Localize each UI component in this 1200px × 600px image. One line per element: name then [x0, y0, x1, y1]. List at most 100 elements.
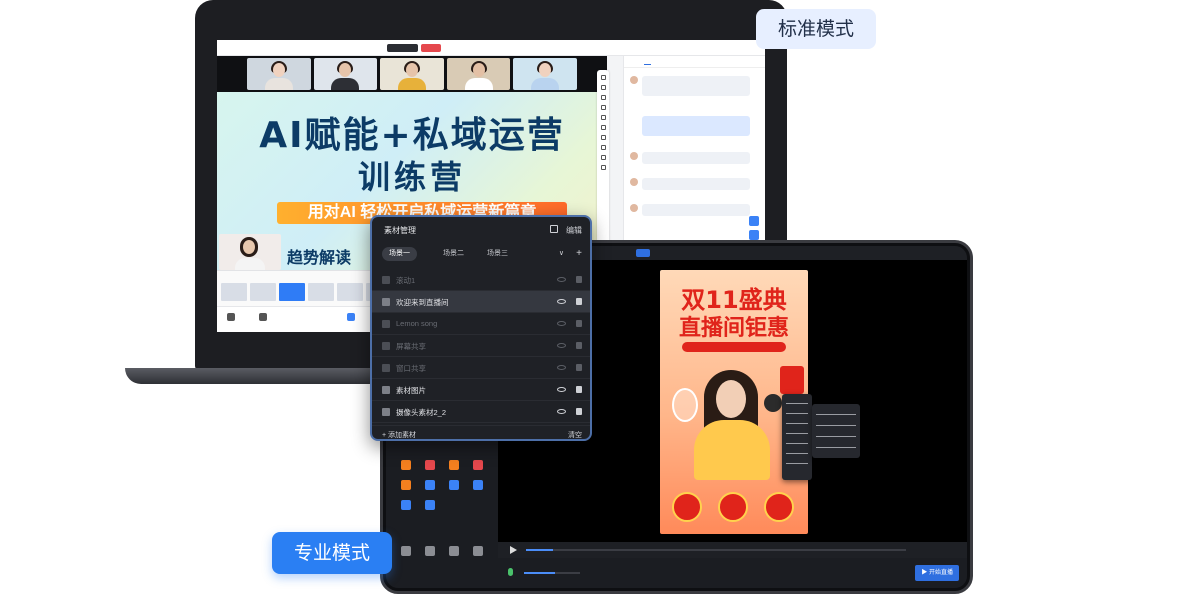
eye-icon[interactable]	[557, 409, 566, 414]
asset-item[interactable]: 摄像头素材2_2	[372, 401, 592, 423]
stop-share-chip[interactable]	[421, 44, 441, 52]
lock-icon[interactable]	[576, 386, 582, 393]
add-scene-button[interactable]: +	[576, 247, 582, 261]
pen-icon[interactable]	[601, 95, 606, 100]
like-icon[interactable]	[749, 230, 759, 240]
layout-tab[interactable]	[656, 250, 664, 256]
edit-icon[interactable]	[550, 225, 558, 233]
participant-camera[interactable]	[380, 58, 444, 90]
go-live-button[interactable]: ▶ 开始直播	[915, 565, 959, 581]
lock-icon[interactable]	[576, 320, 582, 327]
tab-notes[interactable]	[738, 59, 745, 65]
participant-camera[interactable]	[247, 58, 311, 90]
live-tool[interactable]	[442, 546, 466, 558]
asset-item[interactable]: 滚动1	[372, 269, 592, 291]
menu-item[interactable]	[816, 425, 856, 426]
eye-icon[interactable]	[557, 277, 566, 282]
eye-icon[interactable]	[557, 321, 566, 326]
live-tool[interactable]	[466, 546, 490, 558]
asset-item[interactable]: 欢迎来到直播间	[372, 291, 592, 313]
layout-tab-active[interactable]	[636, 249, 650, 257]
tool-item[interactable]	[418, 500, 442, 512]
tab-scene-3[interactable]: 场景三	[480, 247, 515, 261]
message-bubble	[642, 76, 750, 96]
asset-item[interactable]: 屏幕共享	[372, 335, 592, 357]
live-tool[interactable]	[418, 546, 442, 558]
menu-item[interactable]	[786, 413, 808, 414]
eye-icon[interactable]	[557, 387, 566, 392]
gift-icon[interactable]	[749, 216, 759, 226]
eraser-icon[interactable]	[601, 155, 606, 160]
share-chip[interactable]	[387, 44, 418, 52]
text-tool-icon[interactable]	[601, 145, 606, 150]
add-asset-button[interactable]: + 添加素材	[382, 430, 416, 440]
participant-face	[273, 63, 285, 77]
lock-icon[interactable]	[576, 342, 582, 349]
slide-thumbnail[interactable]	[279, 283, 305, 301]
tab-chat[interactable]	[644, 58, 651, 65]
share-screen-icon[interactable]	[347, 313, 355, 321]
tool-item[interactable]	[418, 480, 442, 492]
menu-item[interactable]	[816, 414, 856, 415]
tool-item[interactable]	[466, 480, 490, 492]
lock-icon[interactable]	[576, 276, 582, 283]
camera-icon[interactable]	[259, 313, 267, 321]
tool-item[interactable]	[418, 460, 442, 472]
slide-thumbnail[interactable]	[250, 283, 276, 301]
eye-icon[interactable]	[557, 343, 566, 348]
edit-button[interactable]: 编辑	[566, 225, 582, 236]
mic-icon[interactable]	[227, 313, 235, 321]
pointer-icon[interactable]	[601, 75, 606, 80]
live-tool[interactable]	[394, 546, 418, 558]
lock-icon[interactable]	[576, 298, 582, 305]
slide-thumbnail[interactable]	[308, 283, 334, 301]
undo-icon[interactable]	[601, 165, 606, 170]
tab-members[interactable]	[691, 59, 698, 65]
lock-icon[interactable]	[576, 408, 582, 415]
participant-camera[interactable]	[447, 58, 511, 90]
menu-item[interactable]	[786, 423, 808, 424]
select-icon[interactable]	[601, 85, 606, 90]
asset-item[interactable]: 窗口共享	[372, 357, 592, 379]
asset-manager-panel: 素材管理 编辑 场景一 场景二 场景三 ∨ + 滚动1欢迎来到直播间Lemon …	[370, 215, 592, 441]
tool-item[interactable]	[442, 460, 466, 472]
menu-item[interactable]	[786, 453, 808, 454]
tool-item[interactable]	[394, 480, 418, 492]
chevron-down-icon[interactable]: ∨	[559, 247, 564, 261]
menu-item[interactable]	[816, 447, 856, 448]
menu-item[interactable]	[786, 443, 808, 444]
tool-item[interactable]	[394, 500, 418, 512]
participant-camera[interactable]	[314, 58, 378, 90]
menu-item[interactable]	[786, 463, 808, 464]
presenter-camera[interactable]	[219, 234, 281, 270]
menu-item[interactable]	[786, 403, 808, 404]
tool-item[interactable]	[442, 480, 466, 492]
slide-thumbnail[interactable]	[337, 283, 363, 301]
progress-track[interactable]	[526, 549, 906, 551]
asset-item[interactable]: 素材图片	[372, 379, 592, 401]
marker-icon[interactable]	[601, 105, 606, 110]
eye-icon[interactable]	[557, 365, 566, 370]
poster-button	[718, 492, 748, 522]
tool-icon	[473, 480, 483, 490]
slide-subtitle: 趋势解读	[287, 244, 351, 268]
lock-icon[interactable]	[576, 364, 582, 371]
mic-icon[interactable]	[508, 568, 513, 576]
tab-scene-1[interactable]: 场景一	[382, 247, 417, 261]
asset-item[interactable]: Lemon song	[372, 313, 592, 335]
participant-camera[interactable]	[513, 58, 577, 90]
volume-slider[interactable]	[524, 572, 580, 574]
clear-button[interactable]: 清空	[568, 430, 582, 440]
tool-item[interactable]	[466, 460, 490, 472]
menu-item[interactable]	[816, 436, 856, 437]
tab-scene-2[interactable]: 场景二	[436, 247, 471, 261]
layout-tab[interactable]	[671, 250, 685, 256]
circle-icon[interactable]	[601, 135, 606, 140]
tool-item[interactable]	[394, 460, 418, 472]
play-icon[interactable]	[510, 546, 517, 554]
menu-item[interactable]	[786, 433, 808, 434]
slide-thumbnail[interactable]	[221, 283, 247, 301]
rectangle-icon[interactable]	[601, 125, 606, 130]
eye-icon[interactable]	[557, 299, 566, 304]
line-icon[interactable]	[601, 115, 606, 120]
